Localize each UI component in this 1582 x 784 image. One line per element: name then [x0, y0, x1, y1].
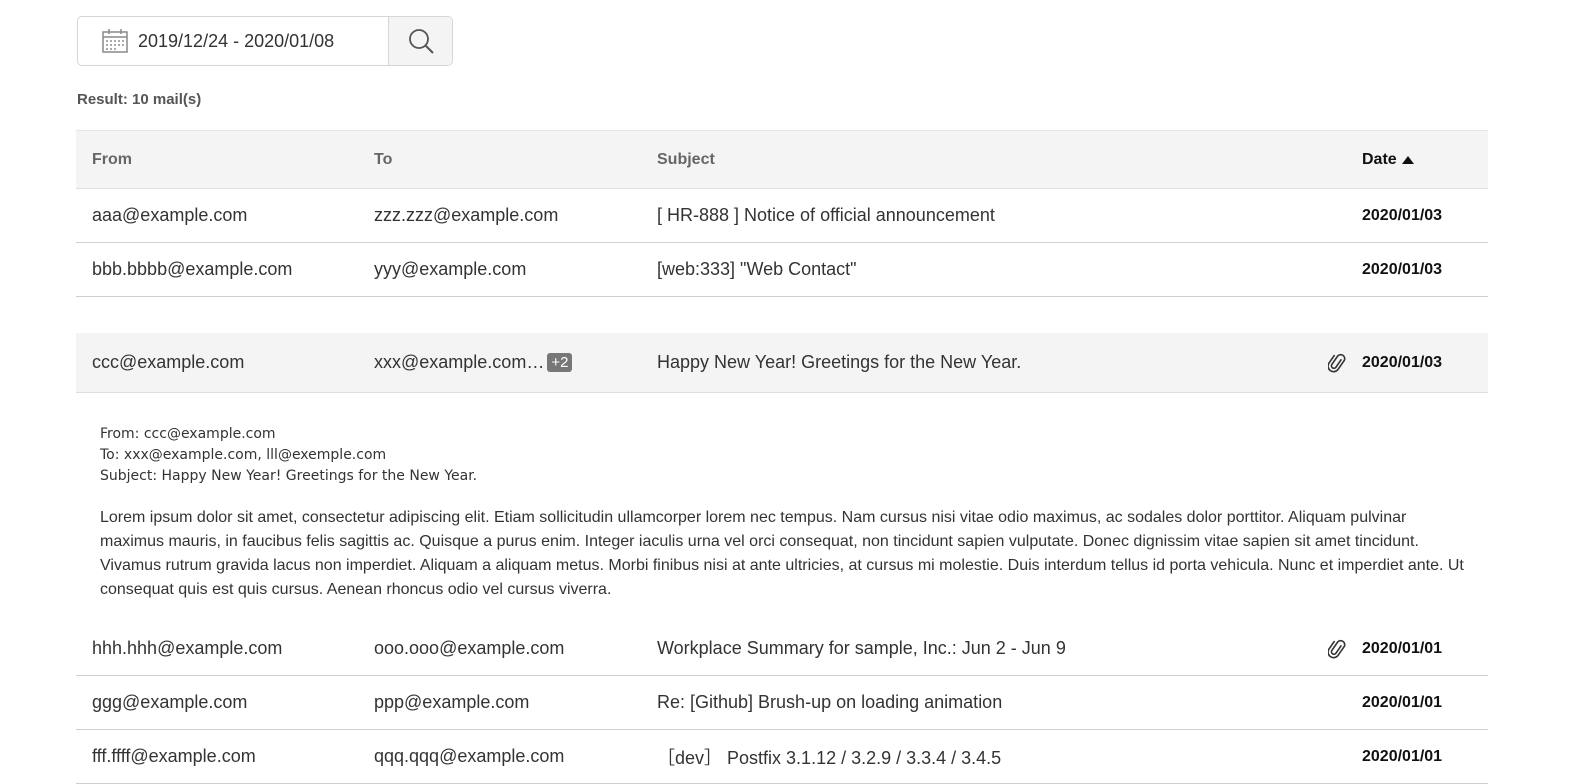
row-subject: [ HR-888 ] Notice of official announceme…	[657, 205, 995, 225]
date-search-box: 2019/12/24 - 2020/01/08	[77, 16, 453, 66]
search-icon	[408, 29, 434, 54]
table-row[interactable]: bbb.bbbb@example.com yyy@example.com [we…	[76, 243, 1488, 297]
row-to: ppp@example.com	[374, 692, 530, 712]
table-header: From To Subject Date	[76, 130, 1488, 189]
table-row[interactable]: aaa@example.com zzz.zzz@example.com [ HR…	[76, 189, 1488, 243]
row-from: ccc@example.com	[92, 352, 245, 372]
row-to-value: xxx@example.com…	[374, 352, 545, 372]
row-to: ooo.ooo@example.com	[374, 638, 565, 658]
preview-subject: Subject: Happy New Year! Greetings for t…	[100, 468, 478, 484]
table-row[interactable]: fff.ffff@example.com qqq.qqq@example.com…	[76, 730, 1488, 784]
row-to: yyy@example.com	[374, 259, 527, 279]
paperclip-icon	[1328, 333, 1348, 392]
row-from: fff.ffff@example.com	[92, 746, 256, 766]
row-gap	[76, 297, 1488, 333]
table-row-expanded[interactable]: ccc@example.com xxx@example.com… +2 Happ…	[76, 333, 1488, 393]
row-from: aaa@example.com	[92, 205, 248, 225]
mail-table: From To Subject Date aaa@example.com zzz…	[76, 130, 1488, 784]
row-from: bbb.bbbb@example.com	[92, 259, 293, 279]
date-range-value: 2019/12/24 - 2020/01/08	[138, 30, 335, 51]
row-date: 2020/01/01	[1362, 747, 1443, 765]
result-count: Result: 10 mail(s)	[77, 91, 202, 108]
row-to: xxx@example.com… +2	[374, 333, 573, 392]
column-header-from[interactable]: From	[92, 131, 132, 188]
recipient-count-badge[interactable]: +2	[547, 353, 573, 372]
preview-to: To: xxx@example.com, lll@exemple.com	[100, 447, 387, 463]
column-header-date-label: Date	[1362, 150, 1397, 168]
paperclip-icon	[1328, 622, 1348, 675]
row-date: 2020/01/01	[1362, 693, 1443, 711]
row-subject: ［dev］ Postfix 3.1.12 / 3.2.9 / 3.3.4 / 3…	[657, 747, 1002, 768]
mail-preview-meta: From: ccc@example.com To: xxx@example.co…	[100, 424, 1464, 487]
row-subject: Re: [Github] Brush-up on loading animati…	[657, 692, 1003, 712]
table-row[interactable]: ggg@example.com ppp@example.com Re: [Git…	[76, 676, 1488, 730]
column-header-date[interactable]: Date	[1362, 131, 1414, 188]
row-from: hhh.hhh@example.com	[92, 638, 283, 658]
row-date: 2020/01/03	[1362, 260, 1443, 278]
row-from: ggg@example.com	[92, 692, 248, 712]
date-range-field[interactable]: 2019/12/24 - 2020/01/08	[78, 17, 388, 65]
sort-ascending-icon	[1401, 155, 1414, 164]
preview-body: Lorem ipsum dolor sit amet, consectetur …	[100, 509, 1464, 598]
mail-preview: From: ccc@example.com To: xxx@example.co…	[76, 393, 1488, 622]
table-row[interactable]: hhh.hhh@example.com ooo.ooo@example.com …	[76, 622, 1488, 676]
row-subject: Workplace Summary for sample, Inc.: Jun …	[657, 638, 1066, 658]
column-header-subject[interactable]: Subject	[657, 131, 715, 188]
row-date: 2020/01/03	[1362, 206, 1443, 224]
column-header-to[interactable]: To	[374, 131, 392, 188]
calendar-icon	[102, 29, 128, 53]
row-subject: Happy New Year! Greetings for the New Ye…	[657, 352, 1022, 372]
preview-from: From: ccc@example.com	[100, 426, 276, 442]
row-to: zzz.zzz@example.com	[374, 205, 559, 225]
row-to: qqq.qqq@example.com	[374, 746, 565, 766]
row-subject: [web:333] "Web Contact"	[657, 259, 857, 279]
row-date: 2020/01/03	[1362, 353, 1443, 371]
search-button[interactable]	[388, 17, 452, 65]
row-date: 2020/01/01	[1362, 639, 1443, 657]
